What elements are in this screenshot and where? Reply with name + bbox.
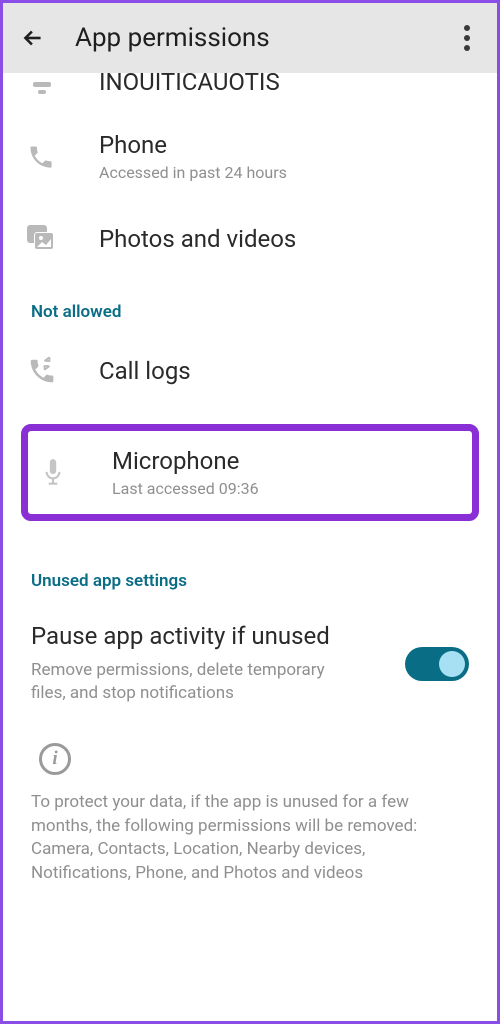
call-logs-icon	[27, 356, 75, 386]
app-bar: App permissions	[3, 3, 497, 73]
permission-label: Phone	[99, 131, 287, 159]
back-arrow-icon[interactable]	[19, 24, 47, 52]
permission-label: Call logs	[99, 357, 191, 385]
pause-activity-row[interactable]: Pause app activity if unused Remove perm…	[7, 601, 493, 725]
section-header-not-allowed: Not allowed	[7, 278, 493, 332]
highlighted-row: Microphone Last accessed 09:36	[21, 424, 479, 521]
microphone-icon	[40, 457, 88, 489]
info-row: i	[7, 725, 493, 781]
permission-row-photos[interactable]: Photos and videos	[7, 200, 493, 278]
photos-icon	[27, 225, 75, 253]
content-scroll: INOUITICAUOTIS Phone Accessed in past 24…	[3, 73, 497, 896]
permission-row-phone[interactable]: Phone Accessed in past 24 hours	[7, 113, 493, 200]
setting-title: Pause app activity if unused	[31, 621, 405, 651]
setting-description: Remove permissions, delete temporary fil…	[31, 659, 351, 705]
permission-sublabel: Accessed in past 24 hours	[99, 163, 287, 182]
permission-row-microphone[interactable]: Microphone Last accessed 09:36	[28, 431, 472, 514]
permission-row-notifications[interactable]: INOUITICAUOTIS	[7, 73, 493, 113]
permission-label: Microphone	[112, 447, 259, 475]
permission-sublabel: Last accessed 09:36	[112, 479, 259, 498]
phone-icon	[27, 143, 75, 171]
overflow-menu-icon[interactable]	[453, 24, 481, 52]
info-icon: i	[39, 743, 71, 775]
notifications-icon	[27, 82, 75, 96]
permission-label: INOUITICAUOTIS	[99, 68, 280, 96]
pause-toggle[interactable]	[405, 647, 469, 681]
toggle-knob	[439, 651, 465, 677]
page-title: App permissions	[75, 23, 270, 53]
footer-info-text: To protect your data, if the app is unus…	[7, 781, 493, 896]
permission-label: Photos and videos	[99, 225, 296, 253]
section-header-unused: Unused app settings	[7, 529, 493, 601]
permission-row-call-logs[interactable]: Call logs	[7, 332, 493, 410]
